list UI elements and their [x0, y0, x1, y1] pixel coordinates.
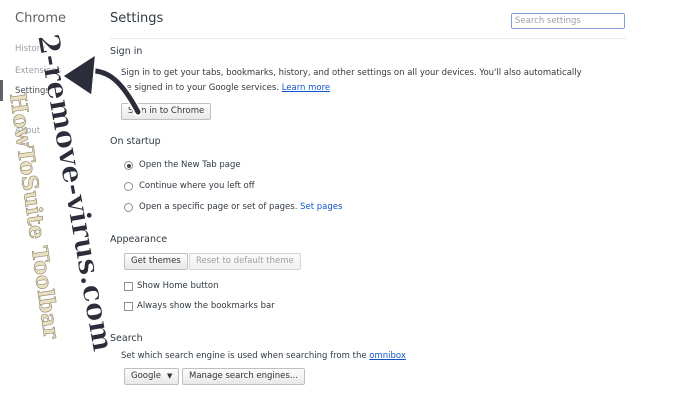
- sign-in-description: Sign in to get your tabs, bookmarks, his…: [121, 68, 582, 78]
- sidebar-item-settings[interactable]: Settings: [15, 86, 50, 96]
- search-engine-select[interactable]: Google ▼: [124, 368, 180, 385]
- show-home-checkbox[interactable]: [124, 282, 133, 291]
- section-title-sign-in: Sign in: [110, 46, 143, 57]
- startup-radio-new-tab[interactable]: [124, 161, 133, 170]
- reset-theme-button[interactable]: Reset to default theme: [189, 253, 301, 270]
- sidebar-title: Chrome: [15, 11, 66, 26]
- manage-search-engines-button[interactable]: Manage search engines...: [182, 368, 305, 385]
- watermark-overlay: 2-remove-virus.com HowToSuite Toolbar: [4, 31, 143, 355]
- get-themes-button[interactable]: Get themes: [124, 253, 188, 270]
- startup-radio-specific[interactable]: [124, 203, 133, 212]
- startup-option-new-tab[interactable]: Open the New Tab page: [139, 160, 241, 170]
- omnibox-link[interactable]: omnibox: [369, 351, 406, 361]
- sidebar-item-history[interactable]: History: [15, 44, 45, 54]
- radio-selected-dot: [126, 163, 131, 168]
- header-divider: [110, 38, 626, 39]
- startup-option-specific: Open a specific page or set of pages. Se…: [139, 202, 342, 212]
- sidebar-item-about[interactable]: About: [15, 126, 40, 136]
- startup-radio-continue[interactable]: [124, 182, 133, 191]
- section-title-search: Search: [110, 333, 143, 344]
- show-bookmarks-checkbox[interactable]: [124, 302, 133, 311]
- search-engine-value: Google: [131, 371, 161, 381]
- show-home-label[interactable]: Show Home button: [137, 281, 218, 291]
- section-title-appearance: Appearance: [110, 234, 168, 245]
- section-title-on-startup: On startup: [110, 136, 161, 147]
- chevron-down-icon: ▼: [166, 372, 173, 380]
- sign-in-description-2-text: be signed in to your Google services.: [121, 83, 279, 93]
- sign-in-description-2: be signed in to your Google services. Le…: [121, 81, 330, 96]
- sidebar-item-extensions[interactable]: Extensions: [15, 66, 61, 76]
- page-title: Settings: [110, 11, 164, 26]
- learn-more-link[interactable]: Learn more: [282, 83, 330, 93]
- sign-in-button[interactable]: Sign in to Chrome: [121, 103, 212, 120]
- startup-option-continue[interactable]: Continue where you left off: [139, 181, 255, 191]
- watermark-site: 2-remove-virus.com: [31, 31, 120, 354]
- show-bookmarks-label[interactable]: Always show the bookmarks bar: [137, 301, 275, 311]
- sidebar-active-indicator: [0, 80, 3, 101]
- search-description: Set which search engine is used when sea…: [121, 349, 406, 364]
- search-input[interactable]: [511, 13, 625, 29]
- set-pages-link[interactable]: Set pages: [300, 202, 342, 212]
- startup-option-specific-label[interactable]: Open a specific page or set of pages.: [139, 202, 297, 212]
- search-description-text: Set which search engine is used when sea…: [121, 351, 367, 361]
